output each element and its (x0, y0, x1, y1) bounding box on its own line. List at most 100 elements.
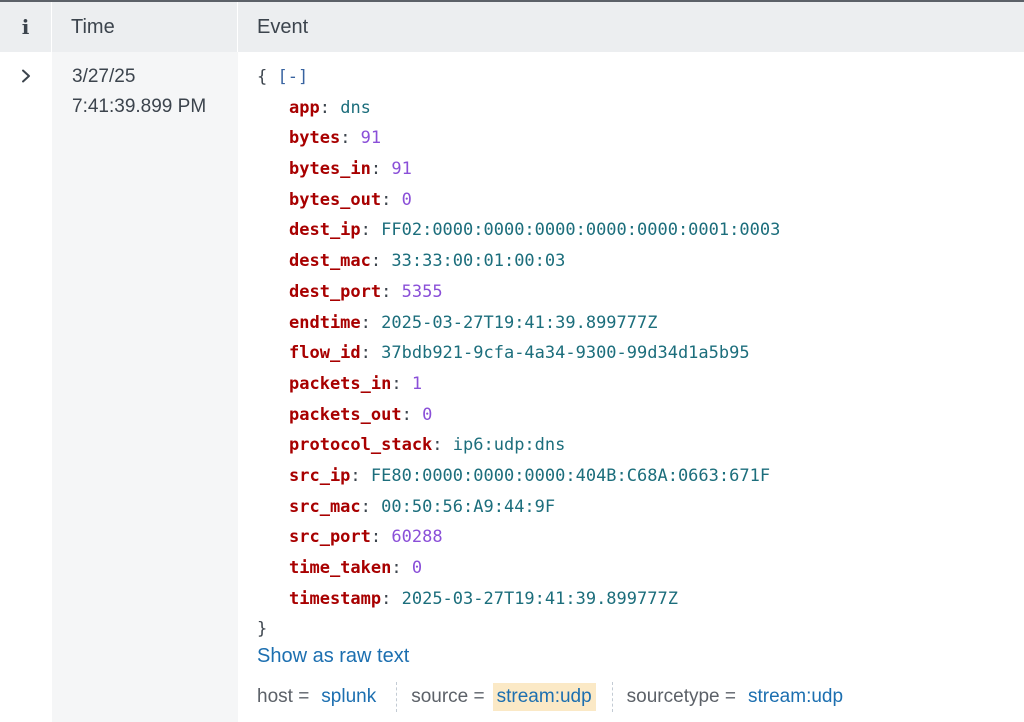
json-field-key[interactable]: app (289, 98, 320, 118)
json-field-value[interactable]: 60288 (391, 527, 442, 547)
results-table-header: i Time Event (0, 0, 1024, 52)
json-colon: : (381, 281, 402, 302)
json-field-key[interactable]: bytes (289, 128, 340, 148)
json-field-row: flow_id: 37bdb921-9cfa-4a34-9300-99d34d1… (257, 338, 780, 369)
json-field-key[interactable]: dest_port (289, 282, 381, 302)
metadata-value[interactable]: splunk (317, 683, 380, 711)
json-field-row: app: dns (257, 93, 780, 124)
json-colon: : (319, 97, 341, 118)
json-field-value[interactable]: 91 (361, 128, 381, 148)
json-field-value[interactable]: FF02:0000:0000:0000:0000:0000:0001:0003 (381, 220, 780, 240)
json-open-line: { [-] (257, 62, 780, 93)
collapse-toggle[interactable]: [-] (278, 67, 309, 87)
metadata-value[interactable]: stream:udp (744, 683, 847, 711)
json-field-value[interactable]: dns (340, 98, 371, 118)
json-field-key[interactable]: dest_mac (289, 251, 371, 271)
json-field-key[interactable]: timestamp (289, 589, 381, 609)
event-metadata: host = splunk source = stream:udp sourcetype… (257, 680, 847, 714)
json-field-row: packets_out: 0 (257, 400, 780, 431)
json-field-row: bytes: 91 (257, 123, 780, 154)
json-colon: : (370, 251, 392, 272)
json-field-key[interactable]: src_port (289, 527, 371, 547)
json-colon: : (401, 404, 423, 425)
json-field-key[interactable]: flow_id (289, 343, 361, 363)
json-field-row: bytes_out: 0 (257, 185, 780, 216)
json-field-key[interactable]: packets_in (289, 374, 391, 394)
json-colon: : (360, 312, 382, 333)
json-field-row: endtime: 2025-03-27T19:41:39.899777Z (257, 308, 780, 339)
json-field-value[interactable]: FE80:0000:0000:0000:404B:C68A:0663:671F (371, 466, 770, 486)
time-column-header[interactable]: Time (52, 2, 238, 52)
metadata-label: source = (411, 686, 485, 707)
json-colon: : (432, 435, 453, 456)
event-timestamp: 3/27/25 7:41:39.899 PM (72, 62, 206, 122)
json-field-value[interactable]: 2025-03-27T19:41:39.899777Z (381, 313, 657, 333)
json-field-value[interactable]: ip6:udp:dns (453, 435, 566, 455)
event-column-label: Event (257, 15, 309, 38)
json-field-row: dest_port: 5355 (257, 277, 780, 308)
json-field-value[interactable]: 2025-03-27T19:41:39.899777Z (402, 589, 678, 609)
json-field-row: src_port: 60288 (257, 522, 780, 553)
json-field-key[interactable]: protocol_stack (289, 435, 432, 455)
json-colon: : (370, 527, 392, 548)
json-field-row: timestamp: 2025-03-27T19:41:39.899777Z (257, 584, 780, 615)
json-field-key[interactable]: time_taken (289, 558, 391, 578)
metadata-item: host = splunk (257, 680, 380, 714)
info-column-header[interactable]: i (0, 2, 52, 52)
metadata-item: source = stream:udp (411, 680, 596, 714)
json-field-value[interactable]: 0 (422, 405, 432, 425)
time-column-label: Time (71, 15, 115, 38)
json-colon: : (391, 558, 412, 578)
json-colon: : (360, 343, 382, 364)
json-field-key[interactable]: src_ip (289, 466, 350, 486)
json-colon: : (381, 189, 402, 210)
json-colon: : (360, 496, 382, 517)
open-brace: { (257, 67, 268, 87)
time-column-cell (52, 52, 238, 722)
json-field-row: protocol_stack: ip6:udp:dns (257, 430, 780, 461)
json-field-key[interactable]: packets_out (289, 405, 402, 425)
chevron-right-icon (22, 69, 30, 83)
json-field-key[interactable]: bytes_out (289, 190, 381, 210)
json-colon: : (370, 159, 392, 180)
metadata-separator (611, 682, 613, 712)
json-field-value[interactable]: 0 (402, 190, 412, 210)
json-field-value[interactable]: 00:50:56:A9:44:9F (381, 497, 555, 517)
json-field-value[interactable]: 1 (412, 374, 422, 394)
json-colon: : (391, 373, 412, 394)
json-field-row: dest_mac: 33:33:00:01:00:03 (257, 246, 780, 277)
json-field-key[interactable]: dest_ip (289, 220, 361, 240)
json-field-value[interactable]: 91 (391, 159, 411, 179)
json-field-value[interactable]: 37bdb921-9cfa-4a34-9300-99d34d1a5b95 (381, 343, 749, 363)
json-field-row: time_taken: 0 (257, 553, 780, 584)
json-field-key[interactable]: bytes_in (289, 159, 371, 179)
json-fields: app: dns bytes: 91 bytes_in: 91 bytes_out: … (257, 93, 780, 615)
json-colon: : (340, 128, 361, 149)
close-brace: } (257, 619, 268, 640)
metadata-label: host = (257, 686, 310, 707)
event-json: { [-] app: dns bytes: 91 bytes_in: 91 bytes… (257, 62, 780, 645)
info-icon: i (21, 15, 30, 39)
json-field-row: src_mac: 00:50:56:A9:44:9F (257, 492, 780, 523)
event-time: 7:41:39.899 PM (72, 96, 207, 117)
json-field-row: packets_in: 1 (257, 369, 780, 400)
metadata-separator (396, 682, 398, 712)
event-column-header[interactable]: Event (238, 2, 308, 52)
json-field-value[interactable]: 0 (412, 558, 422, 578)
json-field-key[interactable]: src_mac (289, 497, 361, 517)
metadata-value[interactable]: stream:udp (492, 683, 596, 711)
event-date: 3/27/25 (72, 66, 136, 87)
metadata-item: sourcetype = stream:udp (627, 680, 847, 714)
row-expand-toggle[interactable] (16, 66, 36, 86)
json-field-row: bytes_in: 91 (257, 154, 780, 185)
json-field-row: src_ip: FE80:0000:0000:0000:404B:C68A:06… (257, 461, 780, 492)
json-field-value[interactable]: 5355 (402, 282, 443, 302)
json-field-key[interactable]: endtime (289, 313, 361, 333)
json-colon: : (381, 588, 402, 609)
json-colon: : (360, 220, 382, 241)
json-field-row: dest_ip: FF02:0000:0000:0000:0000:0000:0… (257, 215, 780, 246)
show-raw-text-link[interactable]: Show as raw text (257, 645, 409, 668)
metadata-label: sourcetype = (626, 686, 736, 707)
json-colon: : (350, 465, 371, 486)
json-field-value[interactable]: 33:33:00:01:00:03 (391, 251, 565, 271)
